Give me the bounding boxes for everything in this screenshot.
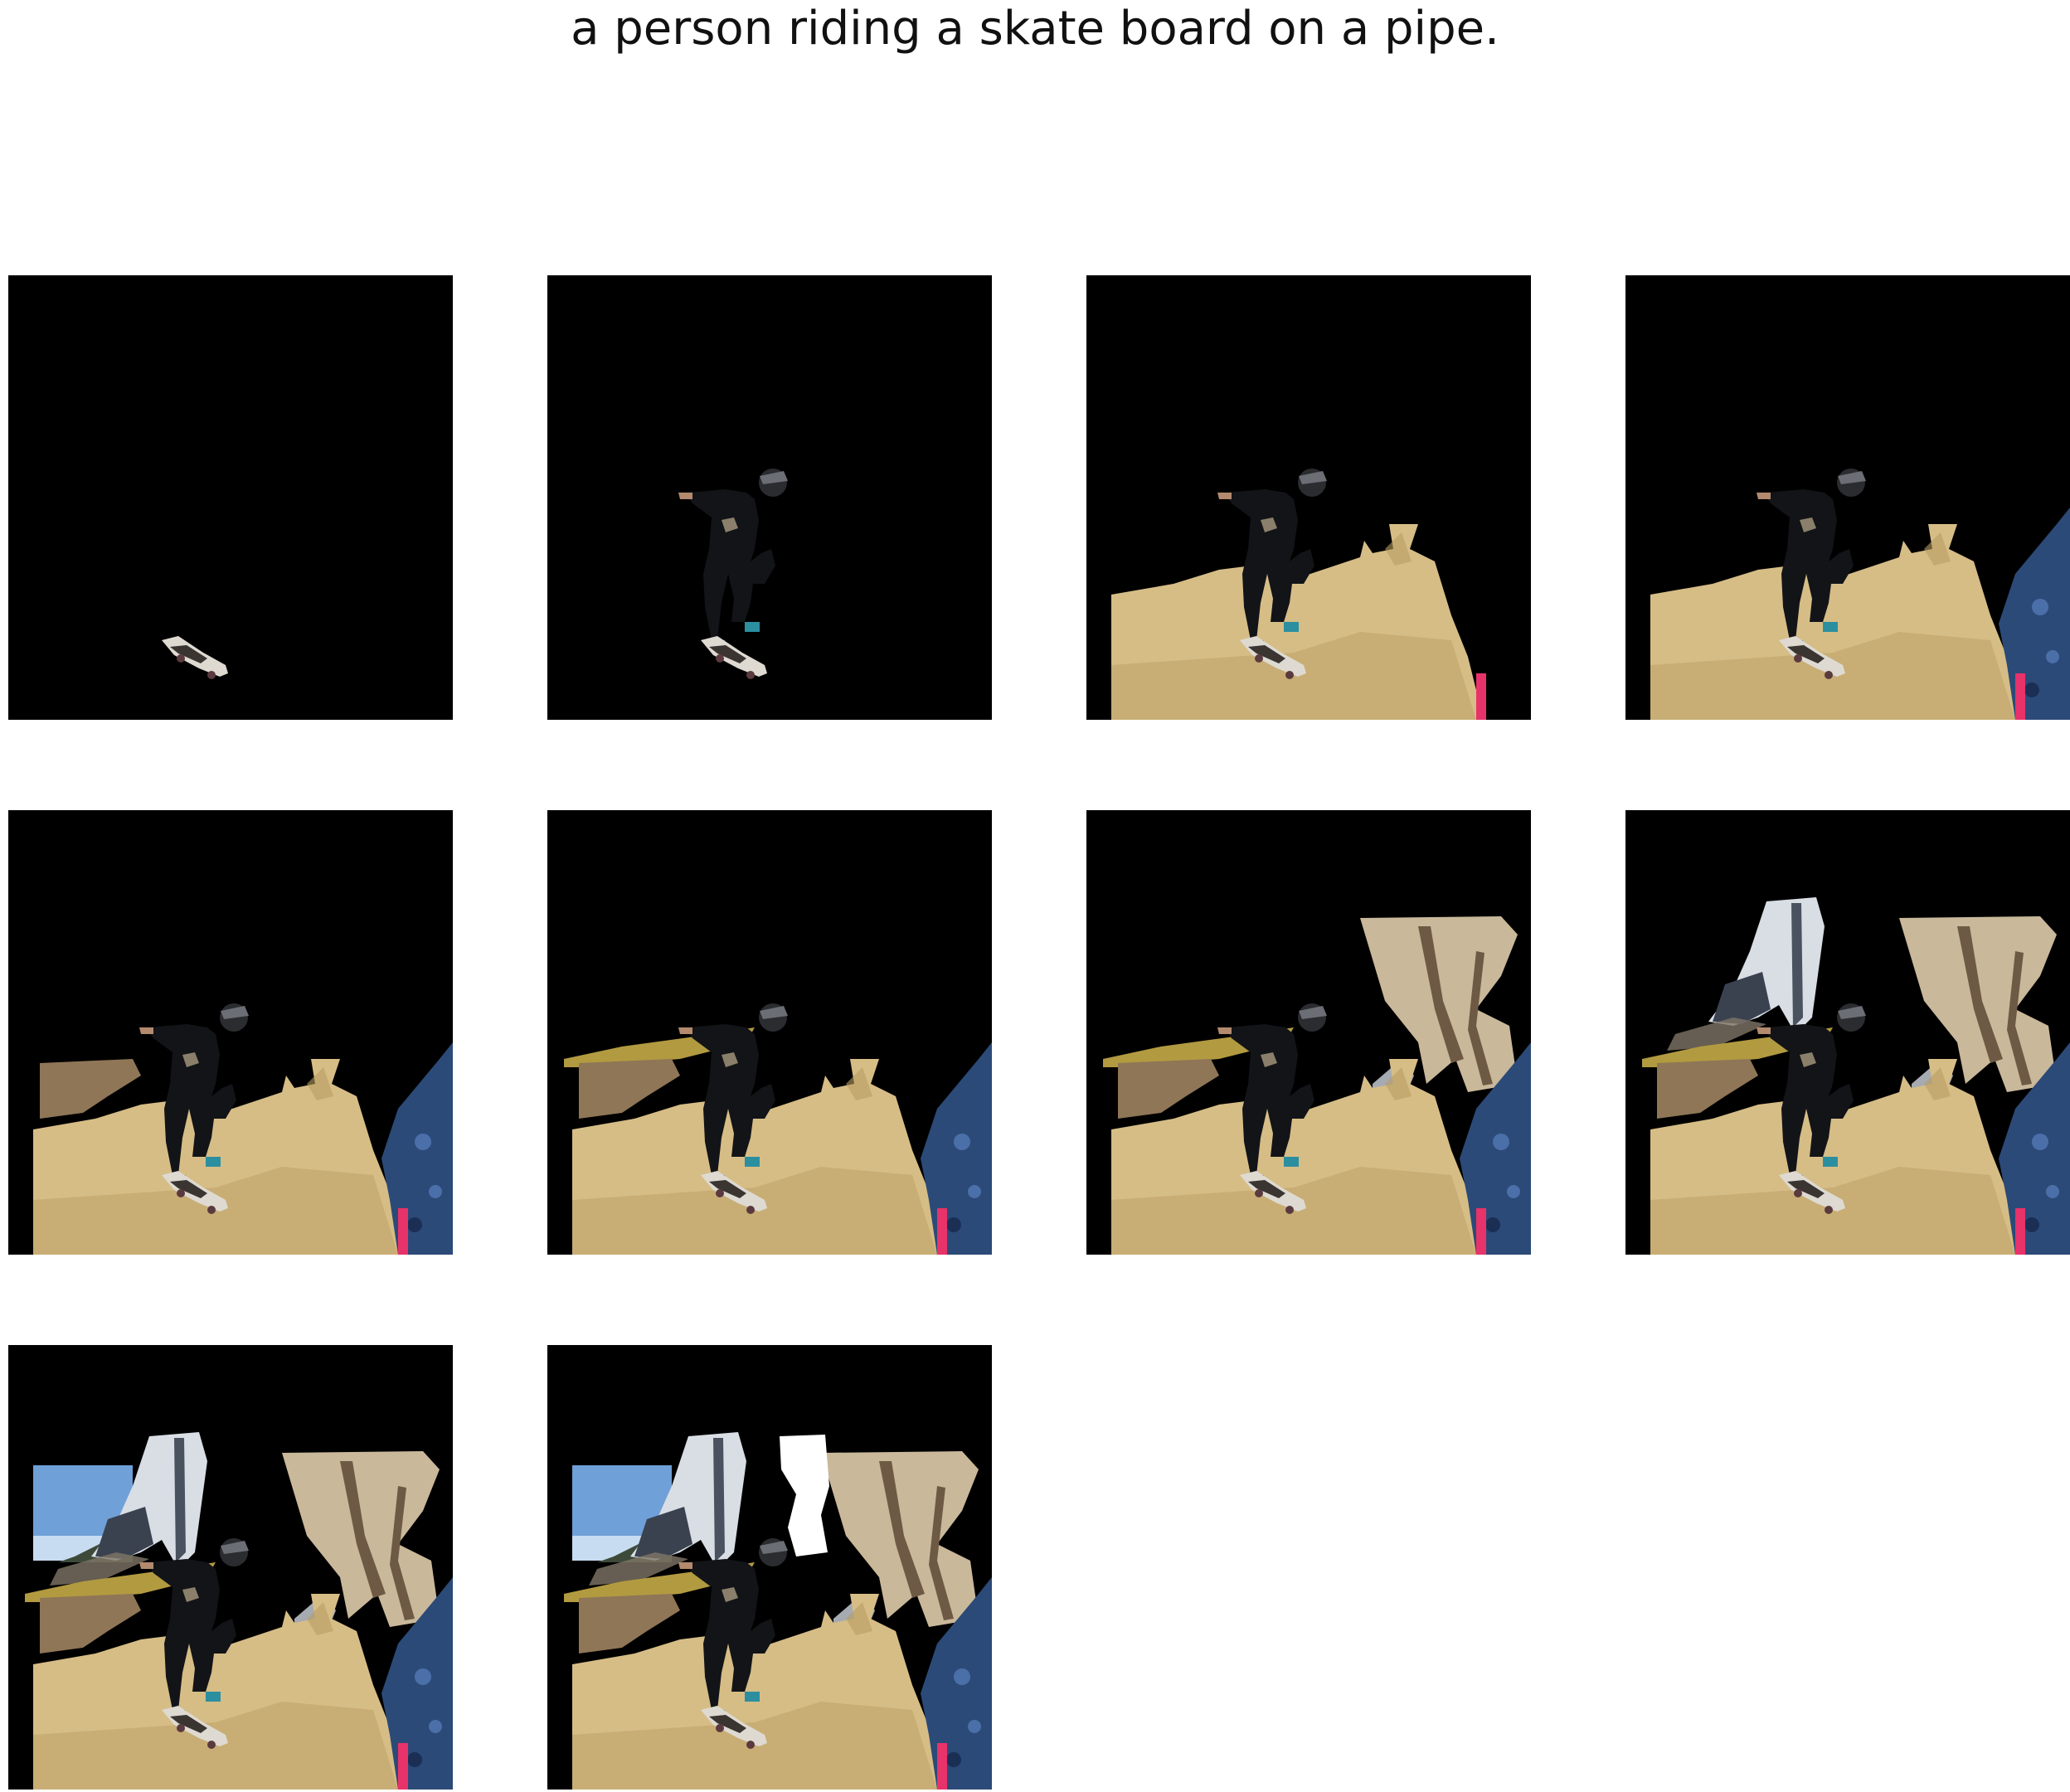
pink-segment (398, 1208, 408, 1255)
segment-panel-image (8, 810, 453, 1255)
pink-segment (2015, 1208, 2025, 1255)
segment-panel-6 (547, 810, 992, 1255)
segment-panel-8 (1625, 810, 2070, 1255)
segment-panel-3 (1086, 275, 1531, 720)
segment-panel-image (547, 810, 992, 1255)
pink-segment (2015, 673, 2025, 720)
segment-panel-2 (547, 275, 992, 720)
segment-panel-9 (8, 1345, 453, 1790)
segment-panel-1 (8, 275, 453, 720)
pink-segment (937, 1208, 947, 1255)
pink-segment (937, 1743, 947, 1790)
segment-panel-10 (547, 1345, 992, 1790)
segment-panel-image (547, 275, 992, 720)
segment-panel-image (1625, 275, 2070, 720)
masked-background (8, 275, 453, 720)
segment-panel-image (8, 275, 453, 720)
segment-panel-image (1625, 810, 2070, 1255)
segment-panel-image (1086, 275, 1531, 720)
segment-panel-5 (8, 810, 453, 1255)
segment-panel-image (547, 1345, 992, 1790)
segment-panel-7 (1086, 810, 1531, 1255)
pink-segment (1476, 673, 1486, 720)
pink-segment (1476, 1208, 1486, 1255)
segment-panel-image (8, 1345, 453, 1790)
masked-background (547, 275, 992, 720)
figure-caption: a person riding a skate board on a pipe. (571, 2, 1499, 56)
segment-panel-image (1086, 810, 1531, 1255)
segment-panel-4 (1625, 275, 2070, 720)
pink-segment (398, 1743, 408, 1790)
